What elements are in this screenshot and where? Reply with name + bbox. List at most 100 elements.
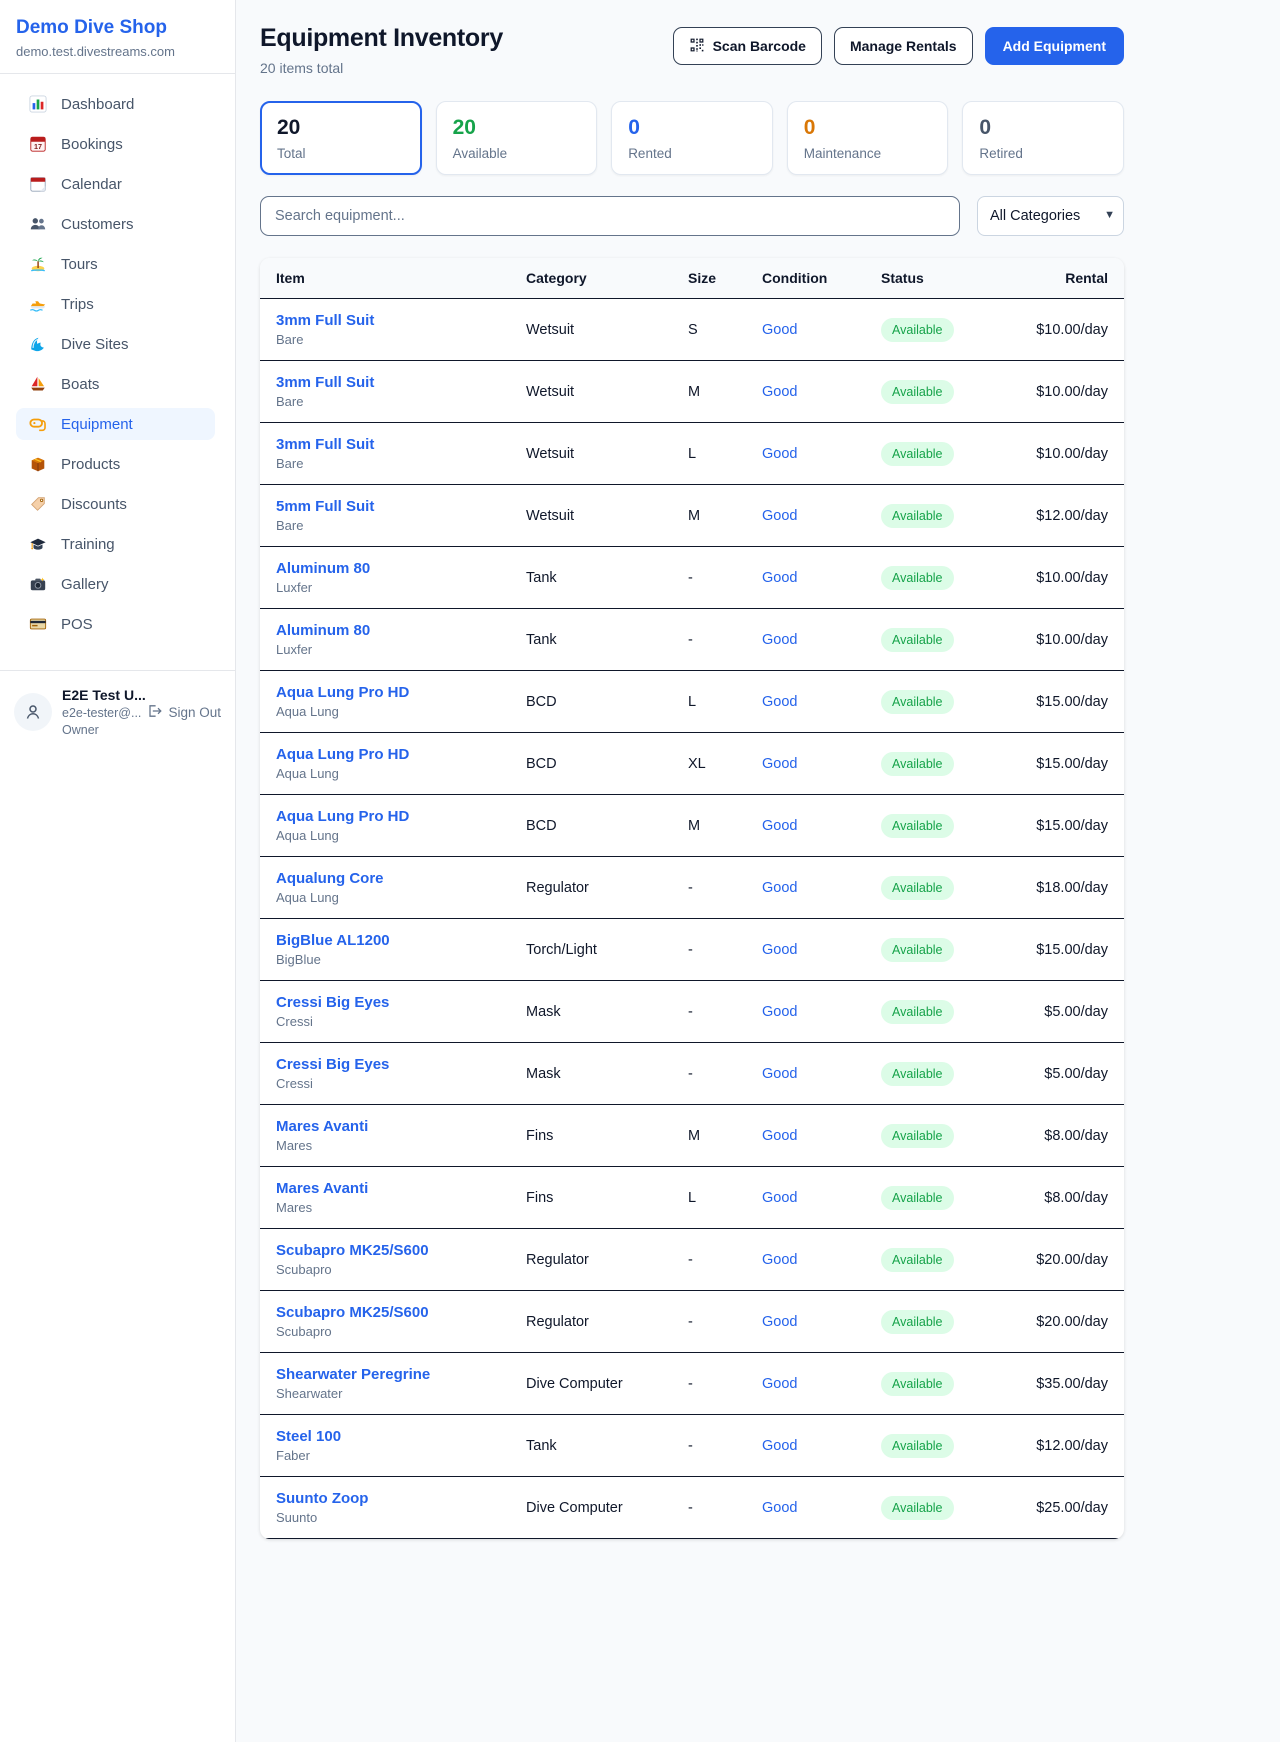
cell-size: -: [688, 880, 762, 896]
column-header: Rental: [1029, 270, 1108, 286]
item-name-link[interactable]: Shearwater Peregrine: [276, 1366, 526, 1383]
condition-link[interactable]: Good: [762, 1314, 881, 1330]
table-row: Scubapro MK25/S600 Scubapro Regulator - …: [260, 1291, 1124, 1353]
stat-value: 20: [453, 116, 581, 140]
cell-rental: $35.00/day: [1029, 1376, 1108, 1392]
item-name-link[interactable]: Aqua Lung Pro HD: [276, 808, 526, 825]
brand-name[interactable]: Demo Dive Shop: [16, 17, 219, 39]
sidebar-item[interactable]: Products: [16, 448, 215, 480]
table-row: Mares Avanti Mares Fins L Good Available…: [260, 1167, 1124, 1229]
cell-status: Available: [881, 628, 1029, 652]
item-name-link[interactable]: Mares Avanti: [276, 1180, 526, 1197]
condition-link[interactable]: Good: [762, 818, 881, 834]
stat-label: Rented: [628, 146, 756, 161]
cell-item: Scubapro MK25/S600 Scubapro: [276, 1304, 526, 1339]
status-badge: Available: [881, 752, 954, 776]
search-input[interactable]: [260, 196, 960, 236]
sidebar-item[interactable]: Customers: [16, 208, 215, 240]
condition-link[interactable]: Good: [762, 880, 881, 896]
stat-card[interactable]: 20 Total: [260, 101, 422, 175]
cell-category: BCD: [526, 818, 688, 834]
stat-card[interactable]: 0 Rented: [611, 101, 773, 175]
sign-out-label: Sign Out: [168, 705, 221, 720]
condition-link[interactable]: Good: [762, 756, 881, 772]
sidebar-item[interactable]: Dashboard: [16, 88, 215, 120]
item-brand: Aqua Lung: [276, 890, 526, 905]
condition-link[interactable]: Good: [762, 570, 881, 586]
condition-link[interactable]: Good: [762, 322, 881, 338]
table-row: Shearwater Peregrine Shearwater Dive Com…: [260, 1353, 1124, 1415]
sidebar-item-label: POS: [61, 616, 93, 633]
category-select-wrap: All Categories ▼: [977, 196, 1124, 236]
condition-link[interactable]: Good: [762, 1004, 881, 1020]
condition-link[interactable]: Good: [762, 1500, 881, 1516]
sidebar-item[interactable]: 17 Bookings: [16, 128, 215, 160]
table-row: Mares Avanti Mares Fins M Good Available…: [260, 1105, 1124, 1167]
item-name-link[interactable]: Scubapro MK25/S600: [276, 1242, 526, 1259]
item-name-link[interactable]: 3mm Full Suit: [276, 374, 526, 391]
sidebar-item[interactable]: Trips: [16, 288, 215, 320]
item-name-link[interactable]: 3mm Full Suit: [276, 312, 526, 329]
condition-link[interactable]: Good: [762, 632, 881, 648]
cell-item: 3mm Full Suit Bare: [276, 312, 526, 347]
item-name-link[interactable]: Cressi Big Eyes: [276, 1056, 526, 1073]
item-name-link[interactable]: BigBlue AL1200: [276, 932, 526, 949]
add-equipment-button[interactable]: Add Equipment: [985, 27, 1124, 65]
manage-rentals-button[interactable]: Manage Rentals: [834, 27, 973, 65]
item-name-link[interactable]: Suunto Zoop: [276, 1490, 526, 1507]
condition-link[interactable]: Good: [762, 942, 881, 958]
sidebar-item[interactable]: Training: [16, 528, 215, 560]
item-name-link[interactable]: Aqua Lung Pro HD: [276, 746, 526, 763]
item-name-link[interactable]: Steel 100: [276, 1428, 526, 1445]
sidebar-item[interactable]: Discounts: [16, 488, 215, 520]
condition-link[interactable]: Good: [762, 446, 881, 462]
item-name-link[interactable]: Scubapro MK25/S600: [276, 1304, 526, 1321]
sidebar-item[interactable]: Boats: [16, 368, 215, 400]
sidebar-item[interactable]: POS: [16, 608, 215, 640]
cell-category: Mask: [526, 1066, 688, 1082]
table-row: Scubapro MK25/S600 Scubapro Regulator - …: [260, 1229, 1124, 1291]
scan-barcode-button[interactable]: Scan Barcode: [673, 27, 822, 65]
sidebar-item[interactable]: Gallery: [16, 568, 215, 600]
condition-link[interactable]: Good: [762, 694, 881, 710]
stat-card[interactable]: 0 Maintenance: [787, 101, 949, 175]
condition-link[interactable]: Good: [762, 1376, 881, 1392]
condition-link[interactable]: Good: [762, 508, 881, 524]
condition-link[interactable]: Good: [762, 384, 881, 400]
item-name-link[interactable]: Mares Avanti: [276, 1118, 526, 1135]
cell-item: Scubapro MK25/S600 Scubapro: [276, 1242, 526, 1277]
cell-rental: $20.00/day: [1029, 1314, 1108, 1330]
condition-link[interactable]: Good: [762, 1066, 881, 1082]
stat-cards: 20 Total 20 Available 0 Rented 0: [260, 101, 1124, 175]
status-badge: Available: [881, 1310, 954, 1334]
user-meta: E2E Test U... e2e-tester@... Owner: [62, 686, 136, 739]
cell-size: L: [688, 694, 762, 710]
item-name-link[interactable]: 5mm Full Suit: [276, 498, 526, 515]
stat-card[interactable]: 0 Retired: [962, 101, 1124, 175]
condition-link[interactable]: Good: [762, 1128, 881, 1144]
sidebar-item[interactable]: Dive Sites: [16, 328, 215, 360]
cell-status: Available: [881, 1186, 1029, 1210]
item-name-link[interactable]: Aluminum 80: [276, 622, 526, 639]
item-name-link[interactable]: Aqua Lung Pro HD: [276, 684, 526, 701]
cell-size: -: [688, 1376, 762, 1392]
sidebar-item[interactable]: Equipment: [16, 408, 215, 440]
sidebar-item[interactable]: Calendar: [16, 168, 215, 200]
condition-link[interactable]: Good: [762, 1190, 881, 1206]
cell-status: Available: [881, 1496, 1029, 1520]
item-name-link[interactable]: Aluminum 80: [276, 560, 526, 577]
sign-out-button[interactable]: Sign Out: [146, 703, 221, 722]
item-brand: Mares: [276, 1138, 526, 1153]
item-name-link[interactable]: Aqualung Core: [276, 870, 526, 887]
cell-item: Aluminum 80 Luxfer: [276, 560, 526, 595]
training-icon: [28, 534, 48, 554]
item-name-link[interactable]: Cressi Big Eyes: [276, 994, 526, 1011]
item-name-link[interactable]: 3mm Full Suit: [276, 436, 526, 453]
stat-card[interactable]: 20 Available: [436, 101, 598, 175]
condition-link[interactable]: Good: [762, 1438, 881, 1454]
sidebar-item[interactable]: Tours: [16, 248, 215, 280]
category-select[interactable]: All Categories: [977, 196, 1124, 236]
item-brand: Aqua Lung: [276, 828, 526, 843]
cell-category: Tank: [526, 570, 688, 586]
condition-link[interactable]: Good: [762, 1252, 881, 1268]
